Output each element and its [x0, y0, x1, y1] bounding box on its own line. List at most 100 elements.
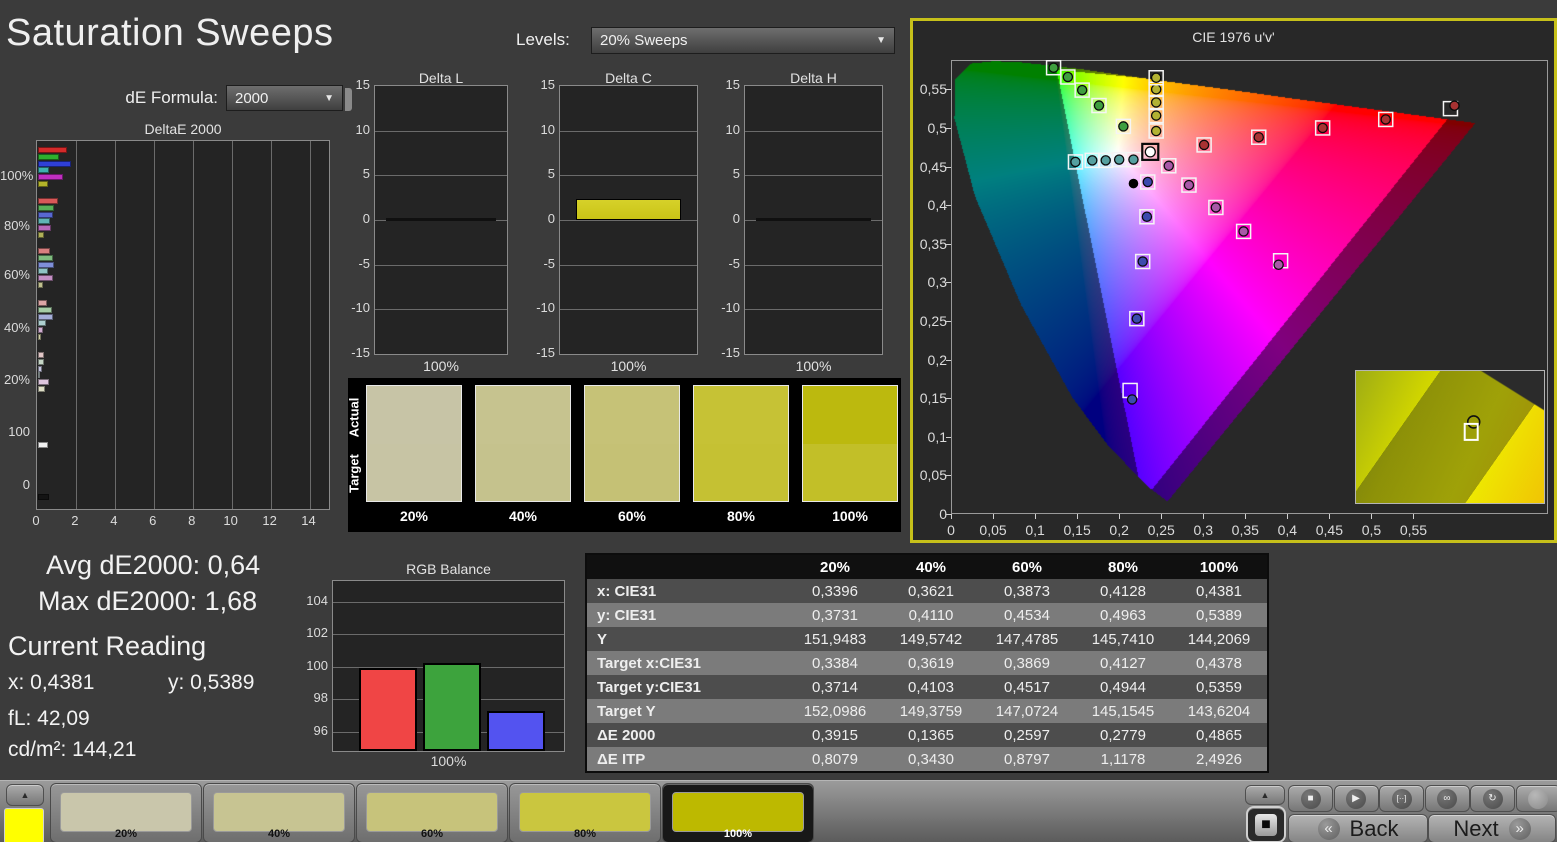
target-swatch: [366, 444, 462, 502]
gridline: [560, 175, 697, 176]
chevron-up-icon: ▲: [21, 790, 30, 800]
delta-y-tick: -10: [344, 300, 370, 315]
black-measured-dot: [1129, 179, 1139, 189]
table-cell: 0,3619: [883, 651, 979, 675]
rgb-y-tick: 104: [300, 593, 328, 608]
table-header: 60%: [979, 554, 1075, 579]
next-arrow-icon: »: [1509, 818, 1531, 840]
deltae-group-label: 60%: [0, 267, 30, 282]
cie-y-tickmark: [946, 360, 951, 361]
ab-loop-button[interactable]: [··]: [1379, 785, 1424, 812]
rgb-y-tick: 96: [300, 723, 328, 738]
table-cell: 0,2779: [1075, 723, 1171, 747]
cie-y-tickmark: [946, 282, 951, 283]
cie-x-tickmark: [1119, 514, 1120, 519]
gridline: [333, 634, 564, 635]
delta-y-tick: -15: [344, 345, 370, 360]
patch-swatch: [366, 792, 498, 832]
red-measured-dot: [1199, 140, 1208, 149]
gridline: [115, 141, 116, 509]
stop-icon: ■: [1255, 814, 1277, 836]
gridline: [232, 141, 233, 509]
table-cell: 0,1365: [883, 723, 979, 747]
refresh-button[interactable]: ↻: [1470, 785, 1515, 812]
cie-y-tick: 0,2: [915, 352, 947, 368]
gridline: [560, 220, 697, 221]
next-button-label: Next: [1453, 816, 1498, 842]
table-row: Y151,9483149,5742147,4785145,7410144,206…: [586, 627, 1268, 651]
delta-chart: [744, 85, 883, 355]
gridline: [333, 602, 564, 603]
table-cell: 0,2597: [979, 723, 1075, 747]
delta-y-tick: -10: [714, 300, 740, 315]
delta-y-tick: 0: [344, 211, 370, 226]
row-label: Y: [586, 627, 787, 651]
cie-x-tick: 0,1: [1015, 522, 1055, 538]
table-cell: 0,5389: [1171, 603, 1268, 627]
table-header: [586, 554, 787, 579]
delta-y-tick: 5: [344, 166, 370, 181]
deltae-bar: [38, 167, 49, 173]
cie-x-tickmark: [1413, 514, 1414, 519]
table-cell: 0,4378: [1171, 651, 1268, 675]
patch-label: 20%: [51, 828, 201, 840]
patch-button-40%[interactable]: 40%: [203, 783, 355, 842]
patch-button-20%[interactable]: 20%: [50, 783, 202, 842]
gridline: [560, 309, 697, 310]
cie-y-tick: 0,1: [915, 429, 947, 445]
continuous-button[interactable]: ∞: [1425, 785, 1470, 812]
record-button[interactable]: [1516, 785, 1557, 812]
back-button[interactable]: « Back: [1288, 814, 1428, 842]
de-formula-dropdown[interactable]: 2000 ▼: [226, 85, 343, 111]
collapse-transport-button[interactable]: ▲: [1245, 785, 1285, 805]
stop-button[interactable]: ■: [1288, 785, 1333, 812]
patch-button-100%[interactable]: 100%: [662, 783, 814, 842]
deltae-group-label: 100%: [0, 168, 30, 183]
table-cell: 0,4103: [883, 675, 979, 699]
cie-1976-panel: CIE 1976 u'v' 00,050,10,150,20,250,30,35…: [910, 18, 1557, 543]
cyan-measured-dot: [1088, 156, 1097, 165]
refresh-icon: ↻: [1483, 789, 1503, 809]
table-cell: 145,1545: [1075, 699, 1171, 723]
delta-y-tick: -10: [529, 300, 555, 315]
delta-y-tick: 5: [529, 166, 555, 181]
blue-measured-dot: [1142, 212, 1151, 221]
cie-x-tick: 0,05: [973, 522, 1013, 538]
delta-chart-title: Delta L: [374, 70, 508, 86]
table-cell: 0,4517: [979, 675, 1075, 699]
cie-y-tickmark: [946, 321, 951, 322]
gridline: [375, 131, 507, 132]
table-cell: 0,3430: [883, 747, 979, 772]
delta-y-tick: -15: [529, 345, 555, 360]
deltae-bar: [38, 161, 71, 167]
table-row: ΔE 20000,39150,13650,25970,27790,4865: [586, 723, 1268, 747]
patch-navigation-bar: ▲ ▲ ■ « Back Next » 20%40%60%80%100%■▶[·…: [0, 780, 1557, 842]
table-cell: 0,4127: [1075, 651, 1171, 675]
current-cdm2: cd/m²: 144,21: [8, 738, 136, 762]
row-label: y: CIE31: [586, 603, 787, 627]
table-cell: 0,4865: [1171, 723, 1268, 747]
current-patch-color: [4, 808, 44, 842]
deltae-group-label: 40%: [0, 320, 30, 335]
table-cell: 0,4963: [1075, 603, 1171, 627]
table-header: 20%: [787, 554, 883, 579]
cie-y-tick: 0,55: [915, 81, 947, 97]
deltae-bar: [38, 300, 47, 306]
green-measured-dot: [1063, 72, 1072, 81]
levels-dropdown[interactable]: 20% Sweeps ▼: [591, 27, 895, 54]
collapse-bar-button[interactable]: ▲: [6, 784, 44, 806]
back-arrow-icon: «: [1318, 818, 1340, 840]
magenta-measured-dot: [1274, 260, 1283, 269]
stop-current-button[interactable]: ■: [1246, 806, 1286, 842]
patch-button-80%[interactable]: 80%: [509, 783, 661, 842]
delta-y-tick: 10: [529, 122, 555, 137]
back-button-label: Back: [1350, 816, 1399, 842]
play-button[interactable]: ▶: [1334, 785, 1379, 812]
table-cell: 143,6204: [1171, 699, 1268, 723]
deltae-bar: [38, 198, 58, 204]
deltae-bar: [38, 248, 50, 254]
patch-button-60%[interactable]: 60%: [356, 783, 508, 842]
red-measured-dot: [1450, 101, 1459, 110]
next-button[interactable]: Next »: [1428, 814, 1556, 842]
green-measured-dot: [1078, 86, 1087, 95]
